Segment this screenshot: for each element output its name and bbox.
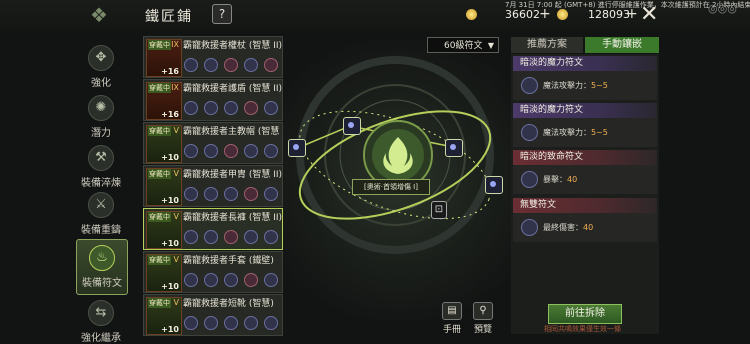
rune-card-title: 暗淡的魔力符文 [513, 56, 657, 71]
tab-manual[interactable]: 手動鑲嵌 [585, 37, 659, 53]
rune-card-title: 無雙符文 [513, 198, 657, 213]
tab-recommended[interactable]: 推薦方案 [511, 37, 583, 53]
tab-bar: 推薦方案 手動鑲嵌 [511, 37, 659, 53]
rune-icon [521, 171, 538, 188]
book-icon: ▤ [442, 302, 462, 320]
rune-level-value: 60級符文 [444, 41, 483, 51]
preview-button[interactable]: ⚲ 預覽 [471, 302, 495, 335]
rune-card-title: 暗淡的魔力符文 [513, 103, 657, 118]
resonance-note: 相同共鳴效果僅生效一條 [544, 325, 621, 333]
rune-card[interactable]: 無雙符文 最終傷害：40 [513, 198, 657, 242]
rune-icon [521, 77, 538, 94]
rune-card[interactable]: 暗淡的致命符文 暴擊：40 [513, 150, 657, 194]
resonance-badge: [奧術·首領增傷 I] [352, 179, 430, 195]
rune-stat: 最終傷害：40 [543, 223, 594, 232]
rune-stat: 魔法攻擊力：5~5 [543, 81, 608, 90]
rune-node-icon[interactable] [445, 139, 463, 157]
rune-stat: 暴擊：40 [543, 175, 578, 184]
rune-card-title: 暗淡的致命符文 [513, 150, 657, 165]
preview-label: 預覽 [473, 325, 492, 335]
go-remove-button[interactable]: 前往拆除 [548, 304, 622, 324]
rune-icon [521, 124, 538, 141]
rune-level-select[interactable]: 60級符文 ▼ [427, 37, 499, 53]
rune-card[interactable]: 暗淡的魔力符文 魔法攻擊力：5~5 [513, 56, 657, 100]
manual-button[interactable]: ▤ 手冊 [440, 302, 464, 335]
rune-node-icon[interactable] [343, 117, 361, 135]
rune-card[interactable]: 暗淡的魔力符文 魔法攻擊力：5~5 [513, 103, 657, 147]
rune-stat: 魔法攻擊力：5~5 [543, 128, 608, 137]
manual-label: 手冊 [442, 325, 461, 335]
rune-node-icon[interactable] [485, 176, 503, 194]
lock-icon[interactable]: ⊡ [431, 201, 447, 219]
rune-node-icon[interactable] [288, 139, 306, 157]
search-icon: ⚲ [473, 302, 493, 320]
rune-icon [521, 219, 538, 236]
chevron-down-icon: ▼ [487, 41, 494, 50]
